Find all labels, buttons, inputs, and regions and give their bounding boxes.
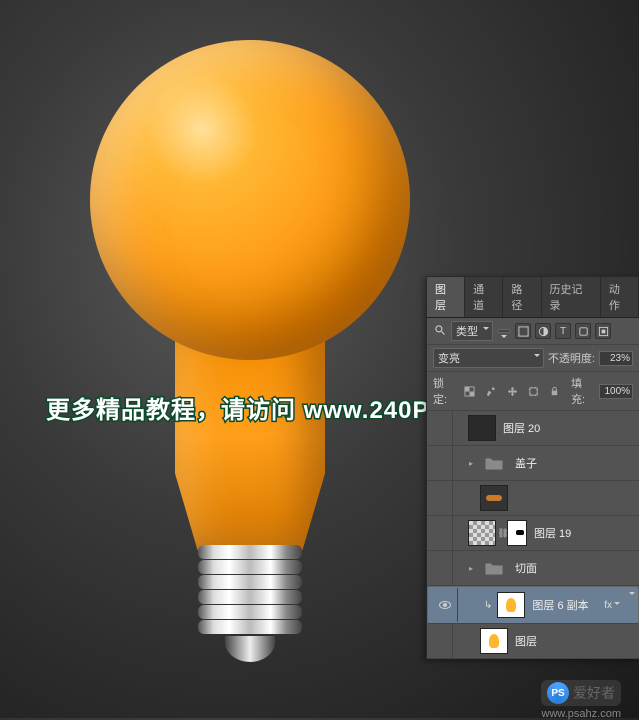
layer-thumbnail[interactable] bbox=[480, 628, 508, 654]
layer-row[interactable]: ↳ 图层 6 副本 fx bbox=[427, 586, 639, 624]
lock-artboard-icon[interactable] bbox=[525, 383, 542, 399]
layer-row[interactable]: ▸ 盖子 bbox=[427, 446, 639, 481]
layer-thumbnail[interactable] bbox=[497, 592, 525, 618]
folder-icon[interactable] bbox=[480, 555, 508, 581]
tab-history[interactable]: 历史记录 bbox=[542, 277, 601, 317]
eye-icon bbox=[439, 601, 451, 609]
group-disclosure-icon[interactable]: ▸ bbox=[465, 457, 477, 469]
clip-indicator-icon: ↳ bbox=[482, 600, 494, 611]
filter-type-icon[interactable]: T bbox=[555, 323, 571, 339]
folder-icon[interactable] bbox=[480, 450, 508, 476]
layer-row[interactable]: ⛓ 图层 19 bbox=[427, 516, 639, 551]
layer-name[interactable]: 图层 19 bbox=[530, 525, 639, 541]
site-logo-url: www.psahz.com bbox=[542, 708, 621, 720]
layer-name[interactable]: 图层 20 bbox=[499, 420, 639, 436]
lock-move-icon[interactable] bbox=[503, 383, 520, 399]
visibility-toggle[interactable] bbox=[427, 411, 453, 445]
site-logo-text: 爱好者 bbox=[573, 683, 615, 703]
tab-paths[interactable]: 路径 bbox=[503, 277, 541, 317]
tab-layers[interactable]: 图层 bbox=[427, 277, 465, 317]
site-logo: PS 爱好者 bbox=[541, 680, 621, 706]
layer-effects-badge[interactable]: fx bbox=[600, 600, 624, 611]
layer-thumbnail[interactable] bbox=[480, 485, 508, 511]
search-icon[interactable] bbox=[433, 324, 447, 339]
chevron-down-icon bbox=[614, 602, 620, 608]
filter-kind-select[interactable]: 类型 bbox=[451, 321, 493, 341]
mask-link-icon[interactable]: ⛓ bbox=[499, 527, 507, 539]
layers-list: 图层 20 ▸ 盖子 ⛓ 图层 19 ▸ 切 bbox=[427, 411, 639, 659]
lock-pixels-icon[interactable] bbox=[461, 383, 478, 399]
blend-mode-select[interactable]: 变亮 bbox=[433, 348, 544, 368]
layer-thumbnail[interactable] bbox=[468, 520, 496, 546]
panel-tabs: 图层 通道 路径 历史记录 动作 bbox=[427, 277, 639, 318]
layer-thumbnail[interactable] bbox=[468, 415, 496, 441]
layer-name[interactable]: 图层 bbox=[511, 633, 639, 649]
fill-input[interactable] bbox=[599, 384, 633, 399]
layer-row[interactable]: ▸ 切面 bbox=[427, 551, 639, 586]
visibility-toggle[interactable] bbox=[427, 446, 453, 480]
visibility-toggle[interactable] bbox=[427, 624, 453, 658]
layer-filter-row: 类型 T bbox=[427, 318, 639, 345]
orange-lightbulb-image bbox=[80, 40, 420, 660]
layers-panel: 图层 通道 路径 历史记录 动作 类型 T 变亮 不透明度: 锁定: 填充: bbox=[426, 276, 639, 659]
filter-smart-icon[interactable] bbox=[595, 323, 611, 339]
bulb-screw-base bbox=[198, 545, 302, 665]
bulb-glass bbox=[90, 40, 410, 360]
watermark-caption: 更多精品教程，请访问 bbox=[46, 397, 296, 424]
filter-adjust-icon[interactable] bbox=[535, 323, 551, 339]
ps-badge-icon: PS bbox=[547, 682, 569, 704]
layer-name[interactable]: 图层 6 副本 bbox=[528, 597, 600, 613]
fill-label: 填充: bbox=[571, 375, 595, 407]
filter-shape-icon[interactable] bbox=[575, 323, 591, 339]
lock-label: 锁定: bbox=[433, 375, 457, 407]
visibility-toggle[interactable] bbox=[427, 516, 453, 550]
layer-mask-thumbnail[interactable] bbox=[507, 520, 527, 546]
filter-kind-arrow[interactable] bbox=[497, 329, 511, 333]
layer-name[interactable]: 盖子 bbox=[511, 455, 639, 471]
opacity-input[interactable] bbox=[599, 351, 633, 366]
blend-row: 变亮 不透明度: bbox=[427, 345, 639, 372]
group-disclosure-icon[interactable]: ▸ bbox=[465, 562, 477, 574]
tab-channels[interactable]: 通道 bbox=[465, 277, 503, 317]
visibility-toggle[interactable] bbox=[432, 588, 458, 622]
filter-pixel-icon[interactable] bbox=[515, 323, 531, 339]
opacity-label: 不透明度: bbox=[548, 350, 595, 366]
lock-brush-icon[interactable] bbox=[482, 383, 499, 399]
layer-row[interactable]: 图层 bbox=[427, 624, 639, 659]
layer-row[interactable] bbox=[427, 481, 639, 516]
visibility-toggle[interactable] bbox=[427, 481, 453, 515]
lock-all-icon[interactable] bbox=[546, 383, 563, 399]
layer-name[interactable]: 切面 bbox=[511, 560, 639, 576]
visibility-toggle[interactable] bbox=[427, 551, 453, 585]
lock-row: 锁定: 填充: bbox=[427, 372, 639, 411]
tab-actions[interactable]: 动作 bbox=[601, 277, 639, 317]
layer-row[interactable]: 图层 20 bbox=[427, 411, 639, 446]
